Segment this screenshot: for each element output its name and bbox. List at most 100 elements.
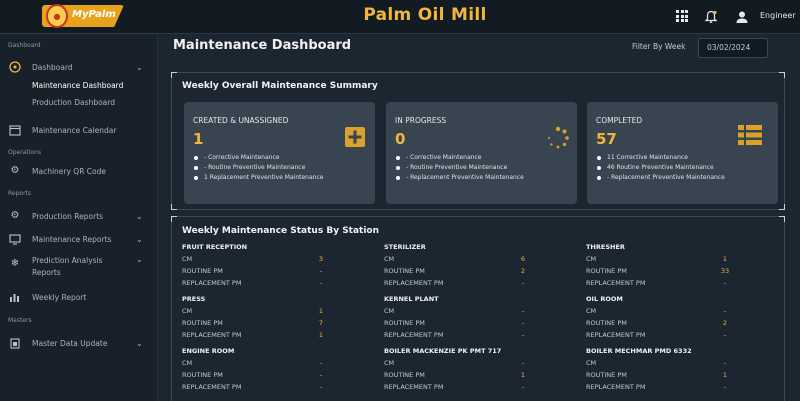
station-row-label: ROUTINE PM — [586, 267, 627, 275]
sidebar-item-production-dashboard[interactable]: Production Dashboard — [32, 98, 115, 107]
station-name: THRESHER — [586, 243, 625, 251]
section-label-masters: Masters — [8, 317, 32, 324]
list-item: - Replacement Preventive Maintenance — [596, 173, 774, 183]
station-block: KERNEL PLANT CM - ROUTINE PM - REPLACEMENT PM… — [384, 293, 534, 341]
chevron-down-icon: ⌄ — [136, 338, 143, 348]
sidebar-item-maintenance-reports[interactable]: Maintenance Reports ⌄ — [0, 229, 158, 249]
station-row-value: - — [723, 307, 727, 315]
station-block: PRESS CM 1 ROUTINE PM 7 REPLACEMENT PM 1 — [182, 293, 332, 341]
filter-label: Filter By Week — [632, 42, 686, 51]
station-row-label: REPLACEMENT PM — [182, 383, 242, 391]
cog-icon: ⚙ — [10, 210, 20, 221]
card-in-progress[interactable]: IN PROGRESS 0 - Corrective Maintenance -… — [386, 102, 577, 204]
station-row-value: 1 — [722, 371, 728, 379]
list-item: 46 Routine Preventive Maintenance — [596, 163, 774, 173]
sidebar-item-master-data-update[interactable]: Master Data Update ⌄ — [0, 333, 158, 353]
station-row-label: REPLACEMENT PM — [182, 331, 242, 339]
station-block: ENGINE ROOM CM - ROUTINE PM - REPLACEMENT PM - — [182, 345, 332, 393]
station-row-label: REPLACEMENT PM — [384, 279, 444, 287]
station-row: CM 1 — [586, 253, 736, 265]
station-row-label: CM — [182, 255, 193, 263]
station-row-value: - — [723, 383, 727, 391]
snowflake-icon: ❄ — [10, 258, 20, 269]
station-row: CM - — [384, 357, 534, 369]
station-block: STERILIZER CM 6 ROUTINE PM 2 REPLACEMENT PM - — [384, 241, 534, 289]
station-row: CM 1 — [182, 305, 332, 317]
section-label-dashboard: Dashboard — [8, 42, 41, 49]
station-row: REPLACEMENT PM - — [384, 329, 534, 341]
station-row-value: - — [521, 359, 525, 367]
sidebar-item-label: Prediction Analysis — [32, 256, 103, 265]
station-row: ROUTINE PM - — [182, 369, 332, 381]
station-row: REPLACEMENT PM - — [182, 277, 332, 289]
station-row-value: - — [521, 331, 525, 339]
grid-icon[interactable] — [675, 9, 689, 23]
spinner-icon — [546, 126, 569, 149]
station-row-label: REPLACEMENT PM — [384, 383, 444, 391]
card-created-unassigned[interactable]: CREATED & UNASSIGNED 1 - Corrective Main… — [184, 102, 375, 204]
chevron-down-icon: ⌄ — [136, 211, 143, 221]
station-row-value: 2 — [520, 267, 526, 275]
sidebar-item-machinery-qr-code[interactable]: ⚙ Machinery QR Code — [0, 161, 158, 181]
station-row-label: CM — [586, 255, 597, 263]
sidebar-item-label: Dashboard — [32, 62, 73, 72]
card-count: 0 — [395, 130, 406, 148]
station-row-label: CM — [182, 307, 193, 315]
sidebar-item-dashboard[interactable]: Dashboard ⌄ — [0, 57, 158, 77]
station-row: REPLACEMENT PM - — [384, 381, 534, 393]
gear-icon: ⚙ — [10, 165, 20, 176]
station-name: FRUIT RECEPTION — [182, 243, 248, 251]
sidebar-item-maintenance-dashboard[interactable]: Maintenance Dashboard — [32, 81, 123, 90]
chevron-down-icon: ⌄ — [136, 234, 143, 244]
user-icon[interactable] — [735, 9, 749, 23]
station-row-value: - — [319, 359, 323, 367]
station-row-label: ROUTINE PM — [182, 319, 223, 327]
station-row-value: 7 — [318, 319, 324, 327]
card-title: IN PROGRESS — [395, 116, 447, 125]
bell-icon[interactable] — [704, 9, 718, 23]
station-row-value: 1 — [722, 255, 728, 263]
logo-badge-icon: ● — [46, 4, 68, 28]
station-row-label: REPLACEMENT PM — [586, 383, 646, 391]
station-row-value: - — [521, 383, 525, 391]
station-name: PRESS — [182, 295, 206, 303]
sidebar-item-weekly-report[interactable]: Weekly Report — [0, 287, 158, 307]
database-icon — [9, 337, 21, 349]
station-block: FRUIT RECEPTION CM 3 ROUTINE PM - REPLACEMENT… — [182, 241, 332, 289]
station-row-value: - — [723, 279, 727, 287]
station-row-value: - — [319, 279, 323, 287]
station-row-label: ROUTINE PM — [384, 319, 425, 327]
sidebar-item-prediction-analysis-reports[interactable]: ❄ Prediction Analysis Reports ⌄ — [0, 251, 158, 281]
sidebar-item-production-reports[interactable]: ⚙ Production Reports ⌄ — [0, 206, 158, 226]
station-row-label: ROUTINE PM — [182, 267, 223, 275]
monitor-icon — [9, 233, 21, 245]
dashboard-icon — [9, 61, 21, 73]
card-count: 1 — [193, 130, 204, 148]
station-row: ROUTINE PM 1 — [586, 369, 736, 381]
station-row: ROUTINE PM 1 — [384, 369, 534, 381]
list-item: 11 Corrective Maintenance — [596, 153, 774, 163]
card-breakdown-list: - Corrective Maintenance - Routine Preve… — [193, 153, 371, 183]
station-row-value: 1 — [318, 331, 324, 339]
station-row-label: ROUTINE PM — [586, 371, 627, 379]
card-breakdown-list: - Corrective Maintenance - Routine Preve… — [395, 153, 573, 183]
list-item: - Corrective Maintenance — [193, 153, 371, 163]
week-filter-input[interactable]: 03/02/2024 — [698, 38, 768, 58]
card-completed[interactable]: COMPLETED 57 11 Corrective Maintenance 4… — [587, 102, 778, 204]
station-row-value: - — [319, 267, 323, 275]
sidebar-item-maintenance-calendar[interactable]: Maintenance Calendar — [0, 120, 158, 140]
station-name: BOILER MECHMAR PMD 6332 — [586, 347, 692, 355]
station-block: OIL ROOM CM - ROUTINE PM 2 REPLACEMENT PM - — [586, 293, 736, 341]
station-row-label: ROUTINE PM — [384, 371, 425, 379]
chevron-down-icon: ⌄ — [136, 255, 143, 264]
section-label-operations: Operations — [8, 149, 41, 156]
logo-text: MyPalm — [72, 9, 116, 20]
station-row-label: REPLACEMENT PM — [182, 279, 242, 287]
summary-title: Weekly Overall Maintenance Summary — [182, 81, 378, 91]
user-role-label[interactable]: Engineer — [760, 11, 796, 20]
sidebar-item-label: Weekly Report — [32, 292, 87, 302]
station-name: KERNEL PLANT — [384, 295, 439, 303]
station-row: ROUTINE PM 7 — [182, 317, 332, 329]
sidebar-item-label: Master Data Update — [32, 338, 108, 348]
station-row: REPLACEMENT PM - — [586, 329, 736, 341]
